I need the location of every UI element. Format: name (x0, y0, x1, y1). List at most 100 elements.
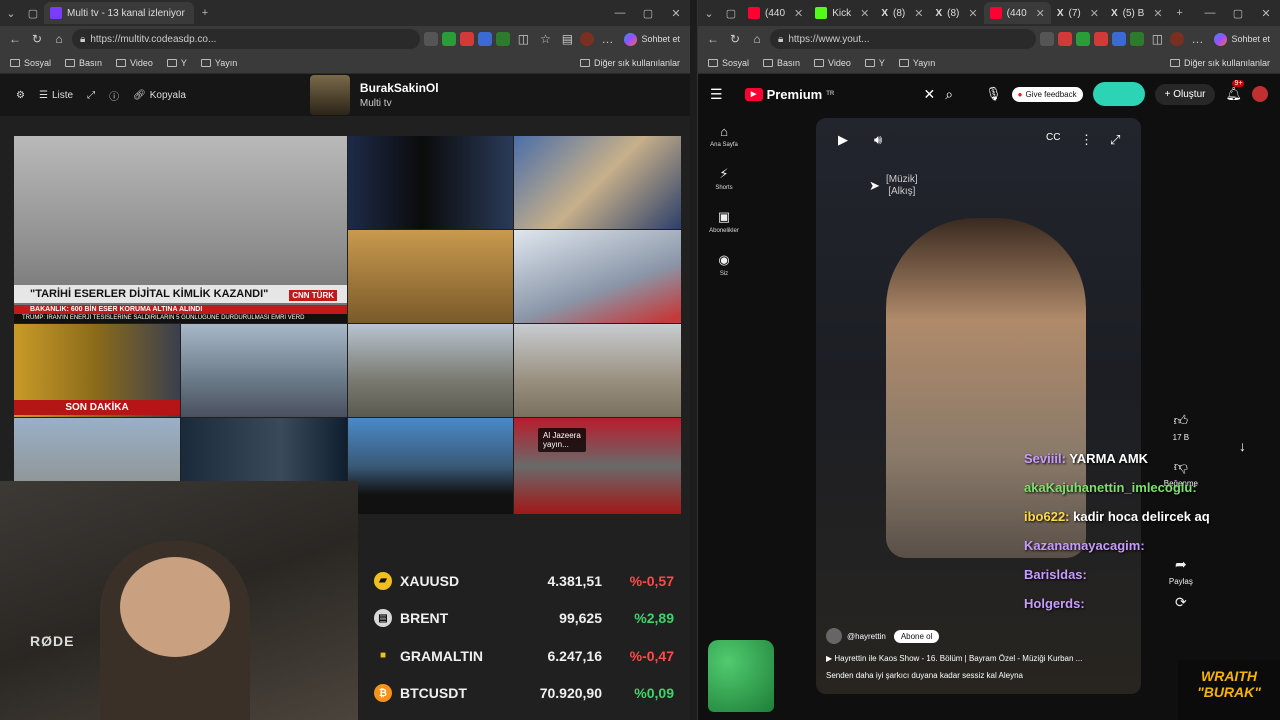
tv-cell[interactable] (348, 324, 513, 417)
list-button[interactable]: ☰ Liste (39, 90, 73, 101)
url-field[interactable]: 🔒︎ https://multitv.codeasdp.co... (72, 29, 421, 49)
youtube-logo[interactable]: ▶ Premium TR (744, 87, 834, 102)
tv-cell[interactable] (514, 136, 681, 229)
collections-icon[interactable]: ▤ (558, 32, 576, 46)
tv-cell[interactable] (181, 324, 347, 417)
close-tab-icon[interactable]: ✕ (860, 7, 869, 20)
new-tab-icon[interactable]: + (194, 2, 216, 24)
sidebar-item-you[interactable]: ◉ Siz (698, 252, 750, 277)
microphone-icon[interactable]: 🎙︎ (985, 86, 1002, 102)
more-menu-icon[interactable]: … (598, 32, 616, 46)
back-icon[interactable]: ← (704, 32, 722, 46)
tab-kick[interactable]: Kick ✕ (809, 2, 875, 24)
close-window-icon[interactable]: ✕ (662, 7, 690, 20)
bookmark-folder[interactable]: Basın (65, 58, 102, 68)
split-screen-icon[interactable]: ◫ (514, 32, 532, 46)
close-search-icon[interactable]: ✕ (924, 86, 936, 103)
like-icon[interactable]: 👍︎ (1174, 412, 1189, 429)
bookmark-folder[interactable]: Sosyal (10, 58, 51, 68)
copilot-chat-button[interactable]: Sohbet et (1210, 32, 1274, 46)
tv-cell[interactable] (514, 324, 681, 417)
close-window-icon[interactable]: ✕ (1252, 7, 1280, 20)
extension-icon[interactable] (496, 32, 511, 46)
subscribe-button[interactable]: Abone ol (893, 629, 940, 643)
settings-icon[interactable]: ⚙ (16, 90, 25, 101)
tv-cell-cnnturk[interactable]: "TARİHİ ESERLER DİJİTAL KİMLİK KAZANDI" … (14, 136, 347, 323)
info-icon[interactable]: ⓘ (109, 88, 119, 103)
bookmark-folder[interactable]: Video (116, 58, 153, 68)
tab-actions-icon[interactable]: ⌄ (0, 2, 22, 24)
extension-icon[interactable] (1130, 32, 1145, 46)
minimize-icon[interactable]: — (1196, 7, 1224, 20)
home-icon[interactable]: ⌂ (50, 32, 68, 46)
tv-cell-aljazeera[interactable]: Al Jazeera yayın... (514, 418, 681, 514)
tv-cell[interactable]: SON DAKİKA (14, 324, 180, 417)
bookmark-folder[interactable]: Sosyal (708, 58, 749, 68)
tab-x[interactable]: X (8) ✕ (929, 2, 983, 24)
close-tab-icon[interactable]: ✕ (1153, 7, 1162, 20)
fullscreen-icon[interactable]: ⤢ (1110, 132, 1120, 148)
hamburger-menu-icon[interactable]: ☰ (710, 86, 723, 103)
tab-youtube-active[interactable]: (440 ✕ (983, 2, 1051, 24)
tv-cell[interactable] (514, 230, 681, 323)
account-avatar[interactable] (1252, 86, 1268, 102)
more-options-icon[interactable]: ⋮ (1080, 132, 1093, 148)
search-icon[interactable]: ⌕ (945, 86, 953, 103)
tab-x[interactable]: X (5) B ✕ (1105, 2, 1169, 24)
bookmark-folder[interactable]: Y (166, 58, 187, 68)
extension-toggle-button[interactable] (1092, 82, 1145, 106)
tv-cell[interactable] (348, 418, 513, 514)
bookmark-folder[interactable]: Video (814, 58, 851, 68)
other-favorites[interactable]: Diğer sık kullanılanlar (1169, 58, 1270, 68)
home-icon[interactable]: ⌂ (748, 32, 766, 46)
close-tab-icon[interactable]: ✕ (1090, 7, 1099, 20)
bookmark-folder[interactable]: Y (864, 58, 885, 68)
extension-icon[interactable] (1076, 32, 1091, 46)
tv-cell[interactable] (348, 136, 513, 229)
split-screen-icon[interactable]: ◫ (1148, 32, 1166, 46)
profile-avatar[interactable] (1170, 32, 1185, 46)
bookmark-folder[interactable]: Yayın (200, 58, 237, 68)
sidebar-item-shorts[interactable]: ⚡︎ Shorts (698, 166, 750, 191)
tv-cell[interactable] (348, 230, 513, 323)
profile-avatar[interactable] (580, 32, 595, 46)
other-favorites[interactable]: Diğer sık kullanılanlar (579, 58, 680, 68)
maximize-icon[interactable]: ▢ (1224, 7, 1252, 20)
bookmark-folder[interactable]: Basın (763, 58, 800, 68)
channel-avatar[interactable] (826, 628, 842, 644)
tab-x[interactable]: X (8) ✕ (875, 2, 929, 24)
favorites-icon[interactable]: ☆ (536, 32, 554, 46)
extension-icon[interactable] (1112, 32, 1127, 46)
minimize-icon[interactable]: — (606, 7, 634, 20)
back-icon[interactable]: ← (6, 32, 24, 46)
tab-youtube[interactable]: (440 ✕ (742, 2, 809, 24)
bookmark-folder[interactable]: Yayın (898, 58, 935, 68)
playlist-link[interactable]: ▶ Hayrettin ile Kaos Show - 16. Bölüm | … (826, 654, 1131, 663)
sidebar-item-home[interactable]: ⌂ Ana Sayfa (698, 124, 750, 148)
notifications-bell-icon[interactable]: 🔔︎ 9+ (1225, 80, 1245, 102)
sidebar-item-subscriptions[interactable]: ▣ Abonelikler (698, 209, 750, 234)
tab-actions-icon[interactable]: ⌄ (698, 2, 720, 24)
give-feedback-button[interactable]: ● Give feedback (1011, 86, 1083, 102)
tab-multitv[interactable]: Multi tv - 13 kanal izleniyor ✕ (44, 2, 194, 24)
extension-icon[interactable] (1094, 32, 1109, 46)
tab-x[interactable]: X (7) ✕ (1051, 2, 1105, 24)
close-tab-icon[interactable]: ✕ (1036, 7, 1045, 20)
extension-icon[interactable] (442, 32, 457, 46)
extension-icon[interactable] (1040, 32, 1055, 46)
extension-icon[interactable] (424, 32, 439, 46)
captions-icon[interactable]: CC (1046, 132, 1060, 143)
url-field[interactable]: 🔒︎ https://www.yout... (770, 29, 1037, 49)
copilot-chat-button[interactable]: Sohbet et (620, 32, 684, 46)
workspaces-icon[interactable]: ▢ (720, 2, 742, 24)
copy-button[interactable]: 🔗︎ Kopyala (133, 90, 186, 101)
more-menu-icon[interactable]: … (1188, 32, 1206, 46)
create-button[interactable]: + Oluştur (1154, 83, 1216, 105)
new-tab-icon[interactable]: + (1169, 2, 1191, 24)
close-tab-icon[interactable]: ✕ (914, 7, 923, 20)
workspaces-icon[interactable]: ▢ (22, 2, 44, 24)
extension-icon[interactable] (460, 32, 475, 46)
volume-icon[interactable]: 🔊︎ (874, 132, 882, 148)
maximize-icon[interactable]: ▢ (634, 7, 662, 20)
close-tab-icon[interactable]: ✕ (968, 7, 977, 20)
